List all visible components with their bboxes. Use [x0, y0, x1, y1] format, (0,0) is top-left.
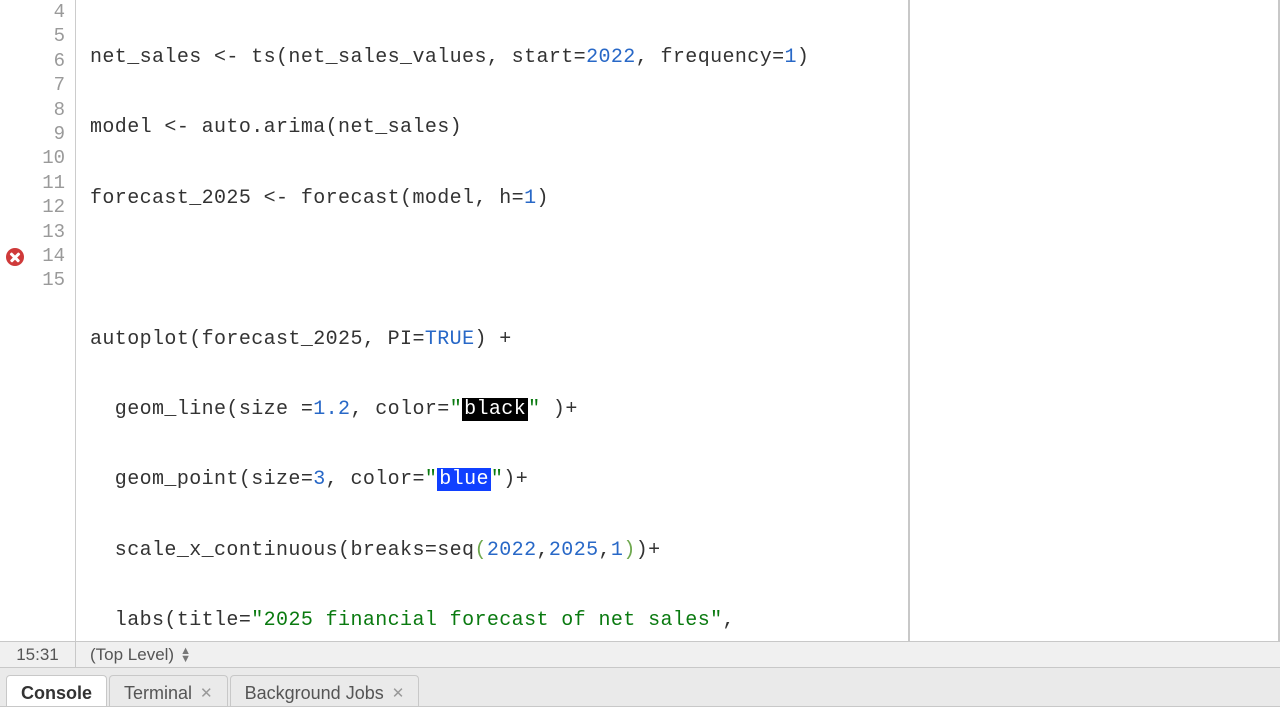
- line-number: 13: [0, 220, 65, 244]
- line-number: 11: [0, 171, 65, 195]
- vertical-pane-splitter[interactable]: [908, 0, 910, 641]
- close-icon[interactable]: ✕: [392, 684, 405, 702]
- code-line[interactable]: geom_point(size=3, color="blue")+: [90, 468, 1278, 492]
- close-icon[interactable]: ✕: [200, 684, 213, 702]
- line-number: 4: [0, 0, 65, 24]
- editor-status-bar: 15:31 (Top Level) ▲▼: [0, 641, 1280, 667]
- tab-label: Background Jobs: [245, 683, 384, 704]
- tab-terminal[interactable]: Terminal ✕: [109, 675, 228, 710]
- bottom-pane-tabs: Console Terminal ✕ Background Jobs ✕: [0, 667, 1280, 706]
- line-number: 15: [0, 268, 65, 292]
- scope-selector[interactable]: (Top Level) ▲▼: [76, 645, 205, 665]
- tab-background-jobs[interactable]: Background Jobs ✕: [230, 675, 420, 710]
- console-pane-peek: [0, 706, 1280, 720]
- code-line[interactable]: scale_x_continuous(breaks=seq(2022,2025,…: [90, 539, 1278, 563]
- code-line[interactable]: model <- auto.arima(net_sales): [90, 116, 1278, 140]
- line-number: 9: [0, 122, 65, 146]
- line-number: 14: [0, 244, 65, 268]
- code-line[interactable]: labs(title="2025 financial forecast of n…: [90, 609, 1278, 633]
- line-number: 12: [0, 195, 65, 219]
- code-line[interactable]: forecast_2025 <- forecast(model, h=1): [90, 187, 1278, 211]
- line-number: 7: [0, 73, 65, 97]
- scope-label: (Top Level): [90, 645, 174, 665]
- line-number-gutter: 4 5 6 7 8 9 10 11 12 13 14 15: [0, 0, 76, 641]
- code-area[interactable]: net_sales <- ts(net_sales_values, start=…: [76, 0, 1280, 641]
- line-number: 8: [0, 98, 65, 122]
- code-line[interactable]: autoplot(forecast_2025, PI=TRUE) +: [90, 328, 1278, 352]
- code-line[interactable]: net_sales <- ts(net_sales_values, start=…: [90, 46, 1278, 70]
- line-number: 10: [0, 146, 65, 170]
- line-number: 6: [0, 49, 65, 73]
- code-line[interactable]: geom_line(size =1.2, color="black" )+: [90, 398, 1278, 422]
- tab-label: Console: [21, 683, 92, 704]
- source-editor[interactable]: 4 5 6 7 8 9 10 11 12 13 14 15 net_sales …: [0, 0, 1280, 641]
- error-marker-icon[interactable]: [6, 248, 24, 266]
- updown-icon: ▲▼: [180, 647, 191, 663]
- code-line[interactable]: [90, 257, 1278, 281]
- color-swatch-black: black: [462, 398, 528, 421]
- tab-console[interactable]: Console: [6, 675, 107, 710]
- cursor-position: 15:31: [0, 642, 76, 667]
- line-number: 5: [0, 24, 65, 48]
- tab-label: Terminal: [124, 683, 192, 704]
- color-swatch-blue: blue: [437, 468, 491, 491]
